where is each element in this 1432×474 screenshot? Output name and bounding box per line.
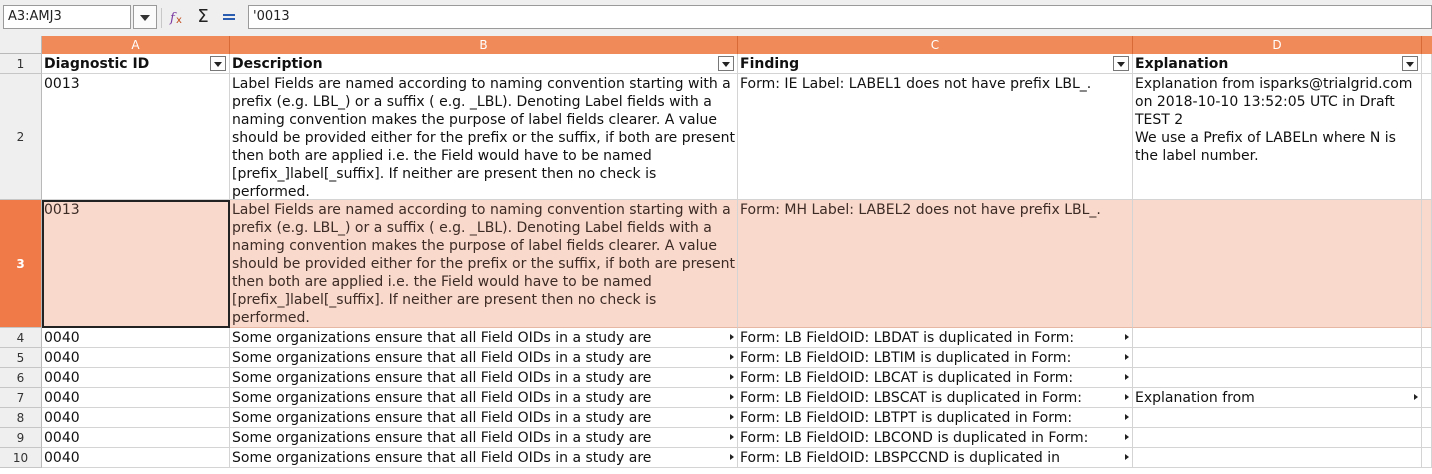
name-box-dropdown-icon[interactable] <box>133 5 157 29</box>
text-overflow-arrow-icon <box>1125 414 1129 420</box>
autofilter-dropdown-icon[interactable] <box>1402 56 1418 71</box>
finding-cell[interactable]: Form: LB FieldOID: LBCAT is duplicated i… <box>738 368 1133 388</box>
finding-cell[interactable]: Form: LB FieldOID: LBTPT is duplicated i… <box>738 408 1133 428</box>
header-cell-finding[interactable]: Finding <box>738 54 1133 74</box>
row-header-8[interactable]: 8 <box>0 408 42 428</box>
description-cell[interactable]: Some organizations ensure that all Field… <box>230 448 738 468</box>
header-label: Explanation <box>1135 56 1229 72</box>
header-cell-explanation[interactable]: Explanation <box>1133 54 1422 74</box>
description-cell[interactable]: Some organizations ensure that all Field… <box>230 368 738 388</box>
description-cell[interactable]: Label Fields are named according to nami… <box>230 74 738 200</box>
text-overflow-arrow-icon <box>730 454 734 460</box>
toolbar-separator <box>161 8 162 28</box>
finding-cell[interactable]: Form: LB FieldOID: LBCOND is duplicated … <box>738 428 1133 448</box>
header-label: Diagnostic ID <box>44 56 150 72</box>
text-overflow-arrow-icon <box>730 374 734 380</box>
text-overflow-arrow-icon <box>730 354 734 360</box>
explanation-cell[interactable] <box>1133 448 1422 468</box>
text-overflow-arrow-icon <box>1125 394 1129 400</box>
description-cell[interactable]: Label Fields are named according to nami… <box>230 200 738 328</box>
diagnostic-id-cell[interactable]: 0040 <box>42 408 230 428</box>
finding-cell[interactable]: Form: IE Label: LABEL1 does not have pre… <box>738 74 1133 200</box>
diagnostic-id-cell[interactable]: 0040 <box>42 448 230 468</box>
diagnostic-id-cell[interactable]: 0040 <box>42 348 230 368</box>
row-header-2[interactable]: 2 <box>0 74 42 200</box>
text-overflow-arrow-icon <box>1125 354 1129 360</box>
svg-text:x: x <box>176 15 182 26</box>
row-header-9[interactable]: 9 <box>0 428 42 448</box>
description-cell[interactable]: Some organizations ensure that all Field… <box>230 428 738 448</box>
select-all-corner[interactable] <box>0 36 42 54</box>
column-header-b[interactable]: B <box>230 36 738 54</box>
empty-cell[interactable] <box>1422 348 1432 368</box>
explanation-cell[interactable] <box>1133 348 1422 368</box>
empty-cell[interactable] <box>1422 368 1432 388</box>
diagnostic-id-cell[interactable]: 0040 <box>42 388 230 408</box>
finding-cell[interactable]: Form: LB FieldOID: LBDAT is duplicated i… <box>738 328 1133 348</box>
finding-cell[interactable]: Form: LB FieldOID: LBSPCCND is duplicate… <box>738 448 1133 468</box>
sum-icon[interactable]: Σ <box>193 7 213 27</box>
row-header-10[interactable]: 10 <box>0 448 42 468</box>
text-overflow-arrow-icon <box>730 334 734 340</box>
description-cell[interactable]: Some organizations ensure that all Field… <box>230 348 738 368</box>
explanation-cell[interactable] <box>1133 328 1422 348</box>
formula-icon[interactable] <box>219 7 239 27</box>
empty-cell[interactable] <box>1422 200 1432 328</box>
function-wizard-icon[interactable]: f x <box>168 7 188 27</box>
finding-cell[interactable]: Form: MH Label: LABEL2 does not have pre… <box>738 200 1133 328</box>
text-overflow-arrow-icon <box>1125 454 1129 460</box>
text-overflow-arrow-icon <box>1125 434 1129 440</box>
empty-cell[interactable] <box>1422 408 1432 428</box>
finding-cell[interactable]: Form: LB FieldOID: LBSCAT is duplicated … <box>738 388 1133 408</box>
diagnostic-id-cell[interactable]: 0040 <box>42 368 230 388</box>
description-cell[interactable]: Some organizations ensure that all Field… <box>230 328 738 348</box>
column-header-e-partial[interactable] <box>1422 36 1432 54</box>
row-header-7[interactable]: 7 <box>0 388 42 408</box>
explanation-cell[interactable]: Explanation from isparks@trialgrid.com o… <box>1133 74 1422 200</box>
column-header-c[interactable]: C <box>738 36 1133 54</box>
text-overflow-arrow-icon <box>1125 374 1129 380</box>
row-header-6[interactable]: 6 <box>0 368 42 388</box>
text-overflow-arrow-icon <box>730 394 734 400</box>
row-header-3[interactable]: 3 <box>0 200 42 328</box>
empty-cell[interactable] <box>1422 448 1432 468</box>
explanation-cell[interactable] <box>1133 368 1422 388</box>
name-box[interactable]: A3:AMJ3 <box>3 5 131 29</box>
header-cell-description[interactable]: Description <box>230 54 738 74</box>
explanation-cell[interactable] <box>1133 200 1422 328</box>
text-overflow-arrow-icon <box>1414 394 1418 400</box>
row-header-4[interactable]: 4 <box>0 328 42 348</box>
empty-cell[interactable] <box>1422 428 1432 448</box>
header-label: Finding <box>740 56 800 72</box>
row-header-5[interactable]: 5 <box>0 348 42 368</box>
diagnostic-id-cell[interactable]: 0013 <box>42 200 230 328</box>
autofilter-dropdown-icon[interactable] <box>718 56 734 71</box>
empty-cell[interactable] <box>1422 74 1432 200</box>
explanation-cell[interactable] <box>1133 428 1422 448</box>
empty-cell[interactable] <box>1422 388 1432 408</box>
header-cell-diagnostic-id[interactable]: Diagnostic ID <box>42 54 230 74</box>
empty-cell[interactable] <box>1422 328 1432 348</box>
description-cell[interactable]: Some organizations ensure that all Field… <box>230 388 738 408</box>
column-header-a[interactable]: A <box>42 36 230 54</box>
empty-cell[interactable] <box>1422 54 1432 74</box>
explanation-cell[interactable] <box>1133 408 1422 428</box>
diagnostic-id-cell[interactable]: 0013 <box>42 74 230 200</box>
explanation-cell[interactable]: Explanation from <box>1133 388 1422 408</box>
text-overflow-arrow-icon <box>1125 334 1129 340</box>
text-overflow-arrow-icon <box>730 434 734 440</box>
finding-cell[interactable]: Form: LB FieldOID: LBTIM is duplicated i… <box>738 348 1133 368</box>
description-cell[interactable]: Some organizations ensure that all Field… <box>230 408 738 428</box>
spreadsheet-grid: A B C D 1 Diagnostic ID Description Finding… <box>0 36 1432 474</box>
diagnostic-id-cell[interactable]: 0040 <box>42 428 230 448</box>
diagnostic-id-cell[interactable]: 0040 <box>42 328 230 348</box>
column-header-d[interactable]: D <box>1133 36 1422 54</box>
row-header-1[interactable]: 1 <box>0 54 42 74</box>
autofilter-dropdown-icon[interactable] <box>1113 56 1129 71</box>
header-label: Description <box>232 56 323 72</box>
formula-input[interactable]: '0013 <box>248 5 1432 29</box>
formula-bar: A3:AMJ3 f x Σ '0013 <box>0 0 1432 37</box>
text-overflow-arrow-icon <box>730 414 734 420</box>
autofilter-dropdown-icon[interactable] <box>210 56 226 71</box>
